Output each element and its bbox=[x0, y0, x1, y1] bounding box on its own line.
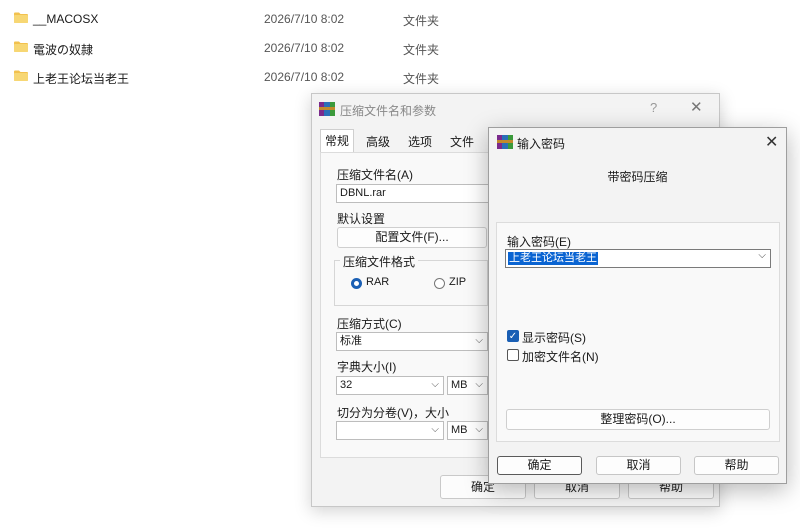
password-dialog: 输入密码 ✕ 带密码压缩 输入密码(E) 上老王论坛当老王 ⌵ ✓ 显示密码(S… bbox=[488, 127, 787, 484]
compression-method-select[interactable]: 标准 bbox=[336, 332, 488, 351]
chevron-down-icon[interactable]: ⌵ bbox=[758, 250, 766, 261]
file-type: 文件夹 bbox=[403, 14, 440, 28]
show-password-checkbox[interactable]: ✓ bbox=[507, 330, 519, 342]
file-row[interactable]: 電波の奴隷 2026/7/10 8:02 文件夹 bbox=[0, 37, 800, 59]
encrypt-filenames-label: 加密文件名(N) bbox=[522, 350, 599, 364]
profiles-button[interactable]: 配置文件(F)... bbox=[337, 227, 487, 248]
archive-name-label: 压缩文件名(A) bbox=[337, 168, 413, 182]
show-password-label: 显示密码(S) bbox=[522, 331, 586, 345]
archive-format-group: 压缩文件格式 RAR ZIP bbox=[334, 253, 488, 306]
file-type: 文件夹 bbox=[403, 72, 440, 86]
password-input[interactable]: 上老王论坛当老王 ⌵ bbox=[505, 249, 771, 268]
close-icon[interactable]: ✕ bbox=[690, 98, 703, 116]
file-name: 上老王论坛当老王 bbox=[33, 72, 130, 86]
password-value: 上老王论坛当老王 bbox=[508, 252, 598, 265]
password-dialog-heading: 带密码压缩 bbox=[607, 170, 668, 184]
tab-general[interactable]: 常规 bbox=[320, 129, 355, 154]
archive-titlebar[interactable]: 压缩文件名和参数 ? ✕ bbox=[312, 94, 719, 124]
default-settings-label: 默认设置 bbox=[337, 212, 386, 226]
file-row[interactable]: 上老王论坛当老王 2026/7/10 8:02 文件夹 bbox=[0, 66, 800, 88]
dictionary-unit-select[interactable]: MB bbox=[447, 376, 488, 395]
password-label: 输入密码(E) bbox=[507, 235, 571, 249]
zip-radio[interactable] bbox=[434, 278, 445, 289]
file-name: __MACOSX bbox=[33, 12, 99, 26]
zip-radio-label: ZIP bbox=[449, 276, 467, 288]
tab-advanced[interactable]: 高级 bbox=[362, 131, 394, 153]
folder-icon bbox=[14, 12, 28, 23]
help-button[interactable]: 帮助 bbox=[694, 456, 779, 475]
close-icon[interactable]: ✕ bbox=[765, 132, 778, 152]
archive-name-input[interactable]: DBNL.rar bbox=[336, 184, 496, 203]
ok-button[interactable]: 确定 bbox=[497, 456, 582, 475]
cancel-button[interactable]: 取消 bbox=[596, 456, 681, 475]
split-volume-size-select[interactable] bbox=[336, 421, 444, 440]
password-dialog-title: 输入密码 bbox=[517, 137, 566, 151]
encrypt-filenames-checkbox[interactable] bbox=[507, 349, 519, 361]
tab-options[interactable]: 选项 bbox=[404, 131, 436, 153]
dictionary-size-select[interactable]: 32 bbox=[336, 376, 444, 395]
rar-radio[interactable] bbox=[351, 278, 362, 289]
winrar-icon bbox=[497, 135, 513, 149]
tab-files[interactable]: 文件 bbox=[446, 131, 478, 153]
rar-radio-label: RAR bbox=[366, 276, 390, 288]
archive-format-label: 压缩文件格式 bbox=[340, 253, 419, 270]
archive-dialog-title: 压缩文件名和参数 bbox=[340, 104, 437, 118]
dictionary-size-label: 字典大小(I) bbox=[337, 360, 397, 374]
winrar-icon bbox=[319, 102, 335, 116]
split-unit-select[interactable]: MB bbox=[447, 421, 488, 440]
file-name: 電波の奴隷 bbox=[33, 43, 94, 57]
password-titlebar[interactable]: 输入密码 ✕ bbox=[489, 128, 786, 156]
folder-icon bbox=[14, 41, 28, 52]
organize-passwords-button[interactable]: 整理密码(O)... bbox=[506, 409, 770, 430]
file-date: 2026/7/10 8:02 bbox=[264, 70, 345, 84]
file-type: 文件夹 bbox=[403, 43, 440, 57]
compression-method-label: 压缩方式(C) bbox=[337, 317, 402, 331]
file-date: 2026/7/10 8:02 bbox=[264, 12, 345, 26]
file-date: 2026/7/10 8:02 bbox=[264, 41, 345, 55]
help-icon[interactable]: ? bbox=[650, 100, 657, 115]
split-volumes-label: 切分为分卷(V)，大小 bbox=[337, 406, 449, 420]
folder-icon bbox=[14, 70, 28, 81]
file-row[interactable]: __MACOSX 2026/7/10 8:02 文件夹 bbox=[0, 8, 800, 30]
